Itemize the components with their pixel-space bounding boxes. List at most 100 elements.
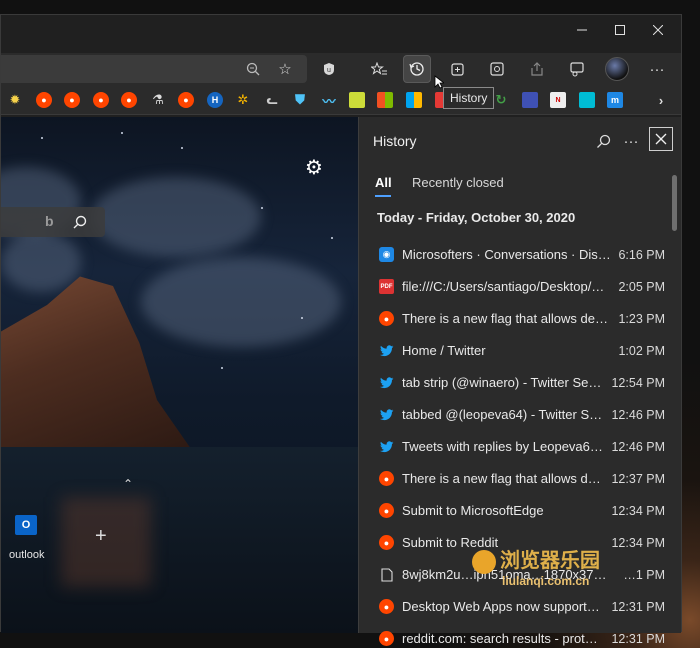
svg-text:u: u (327, 67, 331, 74)
history-item[interactable]: ● reddit.com: search results - prot… 12:31… (367, 623, 671, 648)
star (261, 207, 263, 209)
star (331, 237, 333, 239)
sea (1, 447, 358, 633)
fav-refresh-icon[interactable]: ↻ (493, 92, 509, 108)
history-close-button[interactable] (649, 127, 673, 151)
reddit-icon: ● (379, 311, 394, 326)
watermark-url: liulanqi.com.cn (502, 573, 590, 588)
microsofters-icon: ◉ (379, 247, 394, 262)
fav-flask-icon[interactable]: ⚗ (150, 92, 166, 108)
new-tab-page: b ⚙ ⌃ O outlook + (1, 117, 358, 633)
extension-shield-icon[interactable]: u (315, 55, 343, 83)
history-item[interactable]: ● There is a new flag that allows d… 12:37… (367, 463, 671, 495)
history-item[interactable]: ● There is a new flag that allows des… 1:2… (367, 303, 671, 335)
fav-m-icon[interactable]: m (607, 92, 623, 108)
camera-capture-icon (490, 62, 504, 76)
fav-cat-icon[interactable]: ᓚ (264, 92, 280, 108)
add-favorite-star-icon[interactable]: ☆ (271, 55, 299, 83)
history-item-title: Desktop Web Apps now support… (402, 599, 600, 614)
web-capture-icon[interactable] (483, 55, 511, 83)
favorites-overflow-chevron-icon[interactable]: › (653, 92, 669, 108)
history-item[interactable]: ● Submit to MicrosoftEdge 12:34 PM (367, 495, 671, 527)
mouse-cursor-icon (434, 75, 444, 89)
tab-all[interactable]: All (375, 175, 392, 190)
history-item[interactable]: Tweets with replies by Leopeva6… 12:46 PM (367, 431, 671, 463)
history-item-time: 12:46 PM (611, 408, 665, 422)
history-tooltip: History (443, 87, 495, 109)
close-window-button[interactable] (639, 15, 677, 45)
history-item[interactable]: Home / Twitter 1:02 PM (367, 335, 671, 367)
fav-windows-icon[interactable] (377, 92, 393, 108)
fav-h-icon[interactable]: H (207, 92, 223, 108)
star (41, 137, 43, 139)
favorites-icon[interactable] (365, 55, 393, 83)
cloud (1, 232, 81, 292)
bing-icon: b (45, 213, 54, 229)
share-arrow-icon (531, 62, 543, 76)
history-item-title: Tweets with replies by Leopeva6… (402, 439, 603, 454)
settings-and-more-icon[interactable]: ··· (643, 55, 671, 83)
watermark-logo-icon (472, 549, 496, 574)
pdf-icon: PDF (379, 279, 394, 294)
fav-reddit-icon[interactable]: ● (178, 92, 194, 108)
fav-grid-icon[interactable] (522, 92, 538, 108)
browser-window: ☆ u ··· ✹ ● ● ● ● ⚗ ● H ✲ ᓚ ⛊ 〰 ↻ N m › … (0, 14, 682, 646)
history-button[interactable] (403, 55, 431, 83)
history-item-title: There is a new flag that allows d… (402, 471, 601, 486)
feedback-icon[interactable] (563, 55, 591, 83)
collections-icon[interactable] (443, 55, 471, 83)
tab-recently-closed[interactable]: Recently closed (412, 175, 504, 190)
ublock-icon: u (324, 63, 334, 75)
outlook-tile-icon[interactable]: O (15, 515, 37, 535)
fav-lightbulb-icon[interactable]: ✹ (7, 92, 23, 108)
add-tile-plus-icon[interactable]: + (95, 525, 107, 548)
zoom-icon[interactable] (239, 55, 267, 83)
history-date-heading: Today - Friday, October 30, 2020 (377, 210, 576, 225)
more-options-icon[interactable]: ··· (619, 129, 643, 153)
title-bar (1, 15, 681, 45)
star (181, 147, 183, 149)
fav-camera-icon[interactable] (579, 92, 595, 108)
magnifier-icon (596, 134, 610, 148)
fav-clipboard-icon[interactable] (349, 92, 365, 108)
fav-wave-icon[interactable]: 〰 (321, 92, 337, 109)
share-icon[interactable] (523, 55, 551, 83)
fav-reddit-icon[interactable]: ● (93, 92, 109, 108)
search-icon[interactable] (73, 215, 87, 229)
reddit-icon: ● (379, 503, 394, 518)
history-item-time: 1:02 PM (618, 344, 665, 358)
fav-news-icon[interactable]: N (550, 92, 566, 108)
fav-shield-icon[interactable]: ⛊ (292, 92, 308, 108)
history-item-time: 12:37 PM (611, 472, 665, 486)
page-settings-gear-icon[interactable]: ⚙ (305, 155, 323, 180)
minimize-button[interactable] (563, 15, 601, 45)
favorites-list-star-icon (371, 62, 387, 75)
history-item-time: 12:46 PM (611, 440, 665, 454)
address-bar[interactable]: ☆ (1, 55, 307, 83)
history-search-icon[interactable] (591, 129, 615, 153)
star (301, 317, 303, 319)
profile-avatar[interactable] (605, 57, 629, 81)
maximize-button[interactable] (601, 15, 639, 45)
browser-toolbar: ☆ u ··· (1, 53, 681, 85)
history-panel-title: History (373, 133, 417, 149)
fav-reddit-icon[interactable]: ● (36, 92, 52, 108)
history-scrollbar[interactable] (672, 175, 677, 231)
history-item[interactable]: tab strip (@winaero) - Twitter Se… 12:54 … (367, 367, 671, 399)
history-item[interactable]: ● Desktop Web Apps now support… 12:31 PM (367, 591, 671, 623)
history-item-title: file:///C:/Users/santiago/Desktop/… (402, 279, 605, 294)
history-item[interactable]: ◉ Microsofters · Conversations · Dis… 6:16… (367, 239, 671, 271)
history-item[interactable]: PDF file:///C:/Users/santiago/Desktop/… 2:… (367, 271, 671, 303)
chevron-up-icon[interactable]: ⌃ (123, 477, 133, 491)
history-item[interactable]: tabbed @(leopeva64) - Twitter S… 12:46 PM (367, 399, 671, 431)
fav-windows-icon[interactable] (406, 92, 422, 108)
favorites-bar: ✹ ● ● ● ● ⚗ ● H ✲ ᓚ ⛊ 〰 ↻ N m › (1, 85, 681, 115)
outlook-tile-label[interactable]: outlook (9, 549, 44, 561)
fav-pinwheel-icon[interactable]: ✲ (235, 92, 251, 108)
fav-reddit-icon[interactable]: ● (121, 92, 137, 108)
history-item-time: 1:23 PM (618, 312, 665, 326)
feedback-person-icon (570, 62, 584, 77)
fav-reddit-icon[interactable]: ● (64, 92, 80, 108)
reddit-icon: ● (379, 471, 394, 486)
web-search-box[interactable]: b (1, 207, 105, 237)
